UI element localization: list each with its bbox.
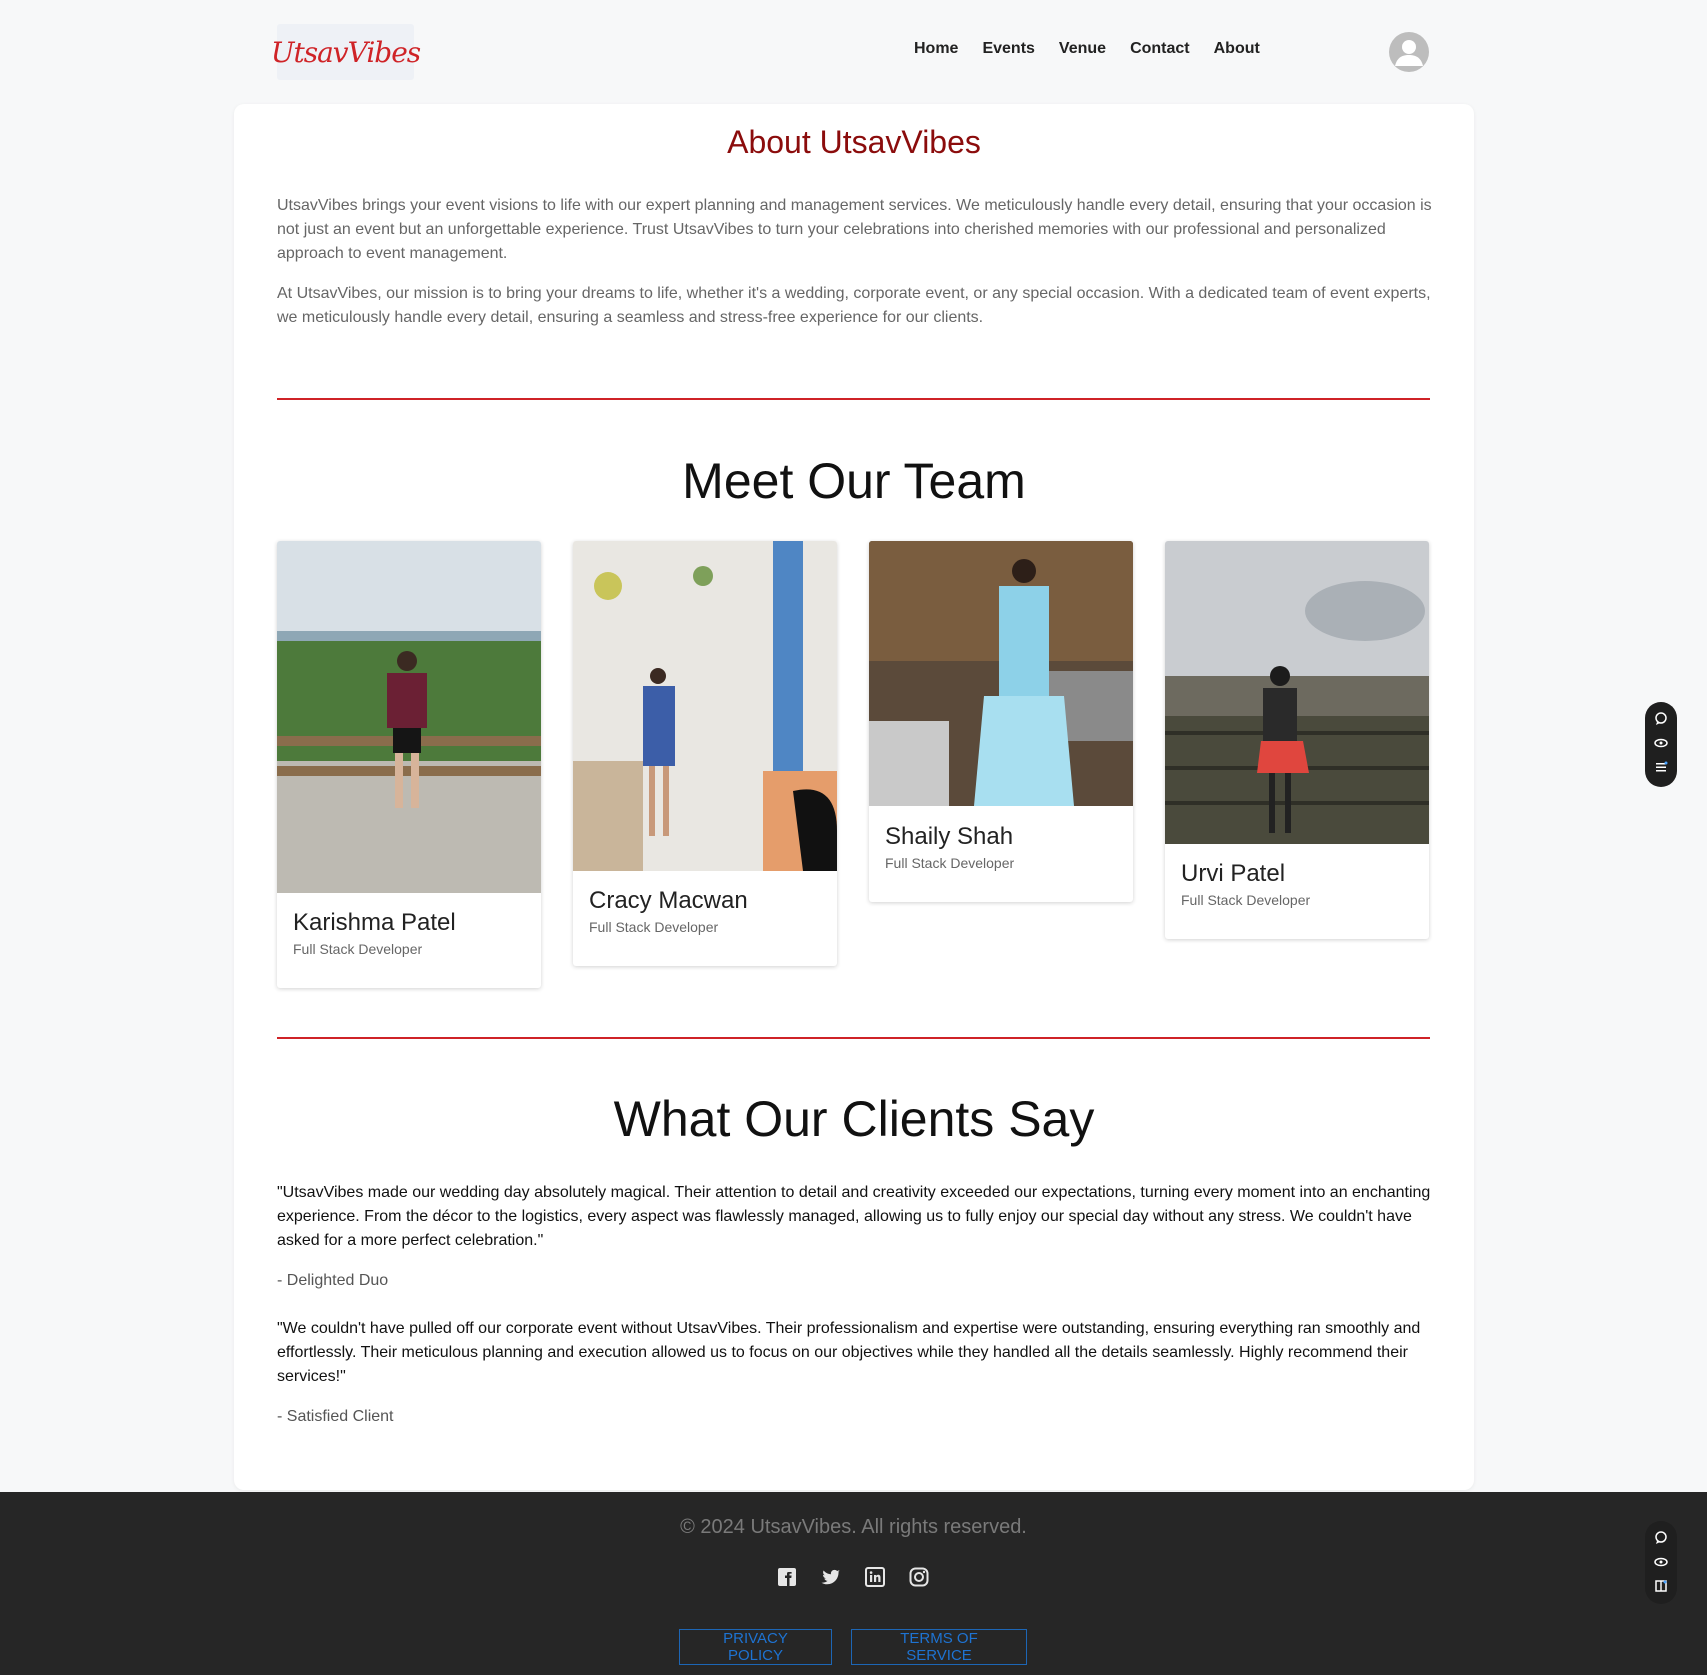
testimonial-author-2: - Satisfied Client bbox=[277, 1408, 394, 1425]
about-title: About UtsavVibes bbox=[727, 124, 981, 160]
floating-toolbar-bottom bbox=[1645, 1521, 1677, 1604]
team-card-cracy: Cracy Macwan Full Stack Developer bbox=[573, 541, 837, 966]
social-links bbox=[776, 1566, 930, 1588]
site-header: UtsavVibes Home Events Venue Contact Abo… bbox=[0, 0, 1707, 104]
section-divider bbox=[277, 398, 1430, 400]
member-name: Urvi Patel bbox=[1181, 860, 1286, 887]
chat-icon[interactable] bbox=[1653, 1530, 1669, 1546]
nav-about[interactable]: About bbox=[1214, 40, 1260, 58]
main-nav: Home Events Venue Contact About bbox=[914, 40, 1284, 58]
book-icon[interactable] bbox=[1653, 1578, 1669, 1594]
floating-toolbar-top bbox=[1645, 702, 1677, 787]
team-photo-shaily bbox=[869, 541, 1133, 806]
nav-venue[interactable]: Venue bbox=[1059, 40, 1106, 58]
team-photo-urvi bbox=[1165, 541, 1429, 844]
site-footer: © 2024 UtsavVibes. All rights reserved. … bbox=[0, 1492, 1707, 1675]
member-role: Full Stack Developer bbox=[885, 855, 1015, 871]
member-name: Cracy Macwan bbox=[589, 887, 748, 914]
nav-contact[interactable]: Contact bbox=[1130, 40, 1190, 58]
testimonial-author-1: - Delighted Duo bbox=[277, 1272, 389, 1289]
copyright-text: © 2024 UtsavVibes. All rights reserved. bbox=[680, 1516, 1027, 1538]
user-avatar[interactable] bbox=[1389, 32, 1429, 72]
about-paragraph-1: UtsavVibes brings your event visions to … bbox=[277, 197, 1432, 262]
logo-text: UtsavVibes bbox=[270, 35, 421, 69]
testimonials-title: What Our Clients Say bbox=[613, 1091, 1095, 1147]
team-photo-karishma bbox=[277, 541, 541, 893]
member-role: Full Stack Developer bbox=[589, 919, 719, 935]
list-icon[interactable] bbox=[1653, 759, 1669, 775]
member-name: Shaily Shah bbox=[885, 823, 1014, 850]
nav-home[interactable]: Home bbox=[914, 40, 958, 58]
eye-icon[interactable] bbox=[1653, 735, 1669, 751]
testimonial-quote-1: "UtsavVibes made our wedding day absolut… bbox=[277, 1184, 1431, 1249]
testimonial-quote-2: "We couldn't have pulled off our corpora… bbox=[277, 1320, 1421, 1385]
team-photo-cracy bbox=[573, 541, 837, 871]
team-card-shaily: Shaily Shah Full Stack Developer bbox=[869, 541, 1133, 902]
team-card-karishma: Karishma Patel Full Stack Developer bbox=[277, 541, 541, 988]
instagram-icon[interactable] bbox=[908, 1566, 930, 1588]
chat-icon[interactable] bbox=[1653, 711, 1669, 727]
nav-events[interactable]: Events bbox=[982, 40, 1034, 58]
user-icon bbox=[1395, 40, 1423, 66]
member-role: Full Stack Developer bbox=[293, 941, 423, 957]
privacy-policy-button[interactable]: PRIVACY POLICY bbox=[679, 1629, 832, 1665]
team-title: Meet Our Team bbox=[682, 453, 1026, 509]
site-logo[interactable]: UtsavVibes bbox=[271, 24, 421, 80]
member-name: Karishma Patel bbox=[293, 909, 456, 936]
about-paragraph-2: At UtsavVibes, our mission is to bring y… bbox=[277, 285, 1431, 326]
linkedin-icon[interactable] bbox=[864, 1566, 886, 1588]
twitter-icon[interactable] bbox=[820, 1566, 842, 1588]
member-role: Full Stack Developer bbox=[1181, 892, 1311, 908]
eye-icon[interactable] bbox=[1653, 1554, 1669, 1570]
terms-of-service-button[interactable]: TERMS OF SERVICE bbox=[851, 1629, 1027, 1665]
main-card: About UtsavVibes UtsavVibes brings your … bbox=[234, 104, 1474, 1490]
team-card-urvi: Urvi Patel Full Stack Developer bbox=[1165, 541, 1429, 939]
section-divider bbox=[277, 1037, 1430, 1039]
facebook-icon[interactable] bbox=[776, 1566, 798, 1588]
